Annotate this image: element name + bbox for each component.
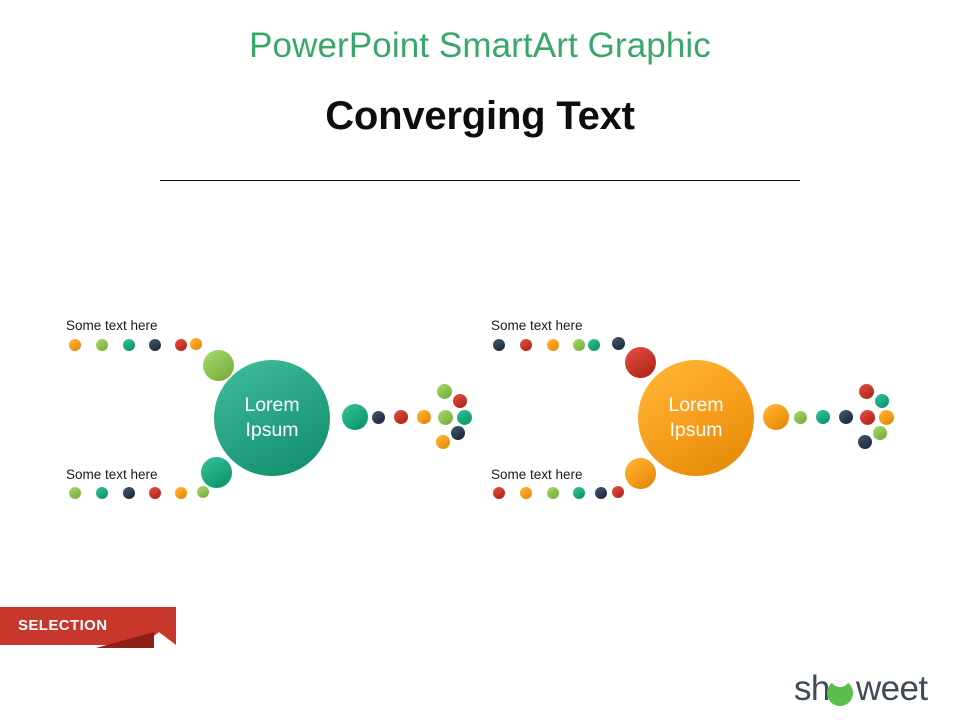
trail-dot-right-top <box>611 336 625 350</box>
exit-fan-dot-right <box>873 426 887 440</box>
exit-fan-dot-right <box>858 435 872 449</box>
exit-fan-dot-right <box>875 394 889 408</box>
lead-dot-right-top <box>624 346 656 378</box>
exit-fan-dot-left <box>437 409 453 425</box>
trail-dot-left-top <box>190 338 202 350</box>
selection-ribbon-label: SELECTION <box>18 617 108 634</box>
exit-trail-dot-left <box>394 410 408 424</box>
trail-dot-left-top <box>175 339 187 351</box>
hub-label-line1: Lorem <box>244 394 300 416</box>
trail-dot-left-bottom <box>197 486 209 498</box>
trail-dot-left-bottom <box>69 487 81 499</box>
branch-label-left-bottom[interactable]: Some text here <box>66 467 158 482</box>
leaf-bite-shape <box>830 680 850 687</box>
trail-dot-right-bottom <box>520 487 532 499</box>
lead-dot-left-top <box>202 349 234 381</box>
trail-dot-left-top <box>96 339 108 351</box>
trail-dot-right-top <box>493 339 505 351</box>
trail-dot-left-bottom <box>123 487 135 499</box>
exit-fan-dot-left <box>456 409 472 425</box>
trail-dot-right-bottom <box>612 486 624 498</box>
leaf-circle-icon <box>827 680 853 706</box>
exit-trail-dot-right <box>816 410 830 424</box>
exit-trail-dot-left <box>417 410 431 424</box>
trail-dot-right-top <box>588 339 600 351</box>
branch-label-right-bottom[interactable]: Some text here <box>491 467 583 482</box>
showeet-logo: sh weet <box>794 668 934 712</box>
logo-text-start: sh <box>794 669 830 708</box>
exit-trail-dot-right <box>793 410 807 424</box>
trail-dot-right-bottom <box>595 487 607 499</box>
trail-dot-right-bottom <box>493 487 505 499</box>
trail-dot-right-bottom <box>547 487 559 499</box>
exit-fan-dot-right <box>858 383 874 399</box>
branch-label-left-top[interactable]: Some text here <box>66 318 158 333</box>
trail-dot-right-top <box>547 339 559 351</box>
trail-dot-right-bottom <box>573 487 585 499</box>
exit-trail-dot-right <box>839 410 853 424</box>
trail-dot-left-bottom <box>149 487 161 499</box>
exit-fan-dot-right <box>859 409 875 425</box>
exit-fan-dot-left <box>451 426 465 440</box>
hub-circle-right[interactable]: Lorem Ipsum <box>638 360 754 476</box>
exit-lead-dot-left <box>342 404 368 430</box>
trail-dot-right-top <box>520 339 532 351</box>
trail-dot-left-top <box>149 339 161 351</box>
trail-dot-left-top <box>123 339 135 351</box>
selection-ribbon[interactable]: SELECTION <box>0 607 176 648</box>
lead-dot-right-bottom <box>624 457 656 489</box>
hub-circle-left[interactable]: Lorem Ipsum <box>214 360 330 476</box>
exit-lead-dot-right <box>763 404 789 430</box>
trail-dot-left-bottom <box>96 487 108 499</box>
lead-dot-left-bottom <box>200 456 232 488</box>
hub-label-line2: Ipsum <box>245 419 299 441</box>
exit-fan-dot-right <box>878 409 894 425</box>
hub-label-line2: Ipsum <box>669 419 723 441</box>
trail-dot-left-bottom <box>175 487 187 499</box>
trail-dot-left-top <box>69 339 81 351</box>
exit-fan-dot-left <box>436 435 450 449</box>
branch-label-right-top[interactable]: Some text here <box>491 318 583 333</box>
exit-fan-dot-left <box>453 394 467 408</box>
exit-trail-dot-left <box>371 410 385 424</box>
trail-dot-right-top <box>573 339 585 351</box>
exit-fan-dot-left <box>436 383 452 399</box>
hub-label-line1: Lorem <box>668 394 724 416</box>
logo-text-end: weet <box>856 669 928 708</box>
